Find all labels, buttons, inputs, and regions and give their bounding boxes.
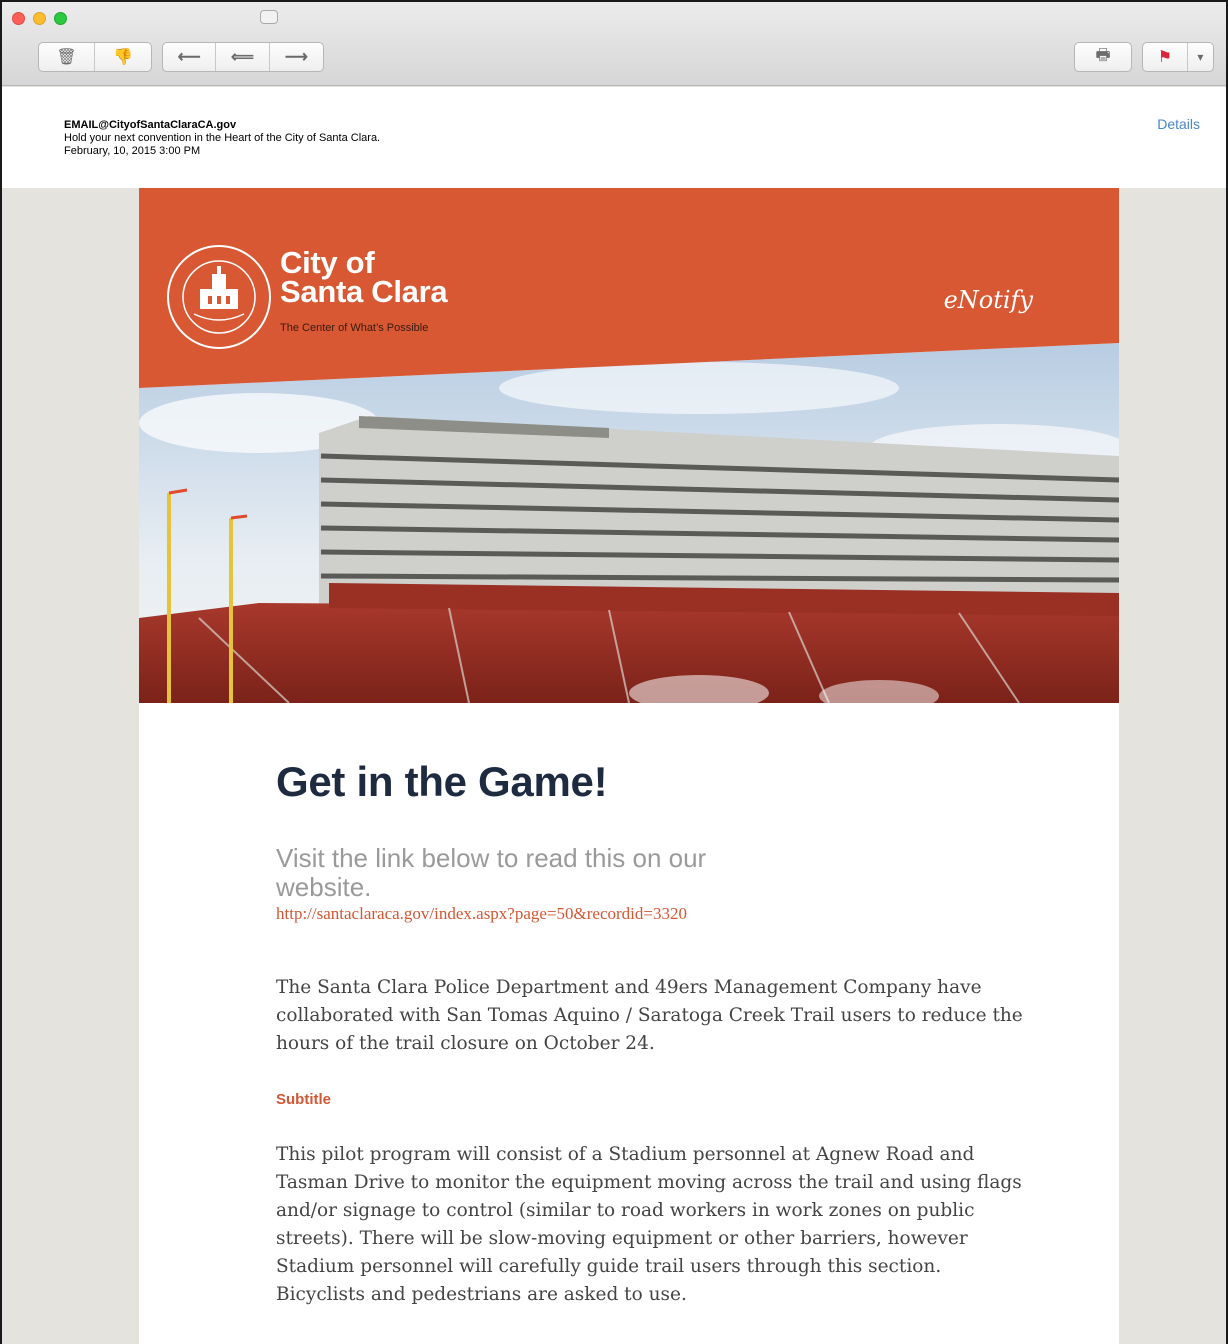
minimize-window-button[interactable] <box>33 12 46 25</box>
email-banner: City of Santa Clara The Center of What’s… <box>139 188 1119 703</box>
reply-group: ⟵ ⟸ ⟶ <box>162 42 324 72</box>
envelope-icon <box>260 10 278 24</box>
email-body: City of Santa Clara The Center of What’s… <box>139 188 1119 1344</box>
city-wordmark-line2: Santa Clara <box>280 274 448 309</box>
details-link[interactable]: Details <box>1157 116 1200 132</box>
flag-icon: ⚑ <box>1157 49 1173 66</box>
forward-button[interactable]: ⟶ <box>270 43 323 71</box>
article-headline: Get in the Game! <box>276 758 608 805</box>
article-subtitle: Subtitle <box>276 1091 331 1108</box>
zoom-window-button[interactable] <box>54 12 67 25</box>
city-seal-logo <box>167 245 271 349</box>
reply-all-button[interactable]: ⟸ <box>216 43 270 71</box>
flag-button[interactable]: ⚑ <box>1143 43 1188 71</box>
sender-address: EMAIL@CityofSantaClaraCA.gov <box>64 119 237 131</box>
toolbar: 🗑 👎 ⟵ ⟸ ⟶ 🖶 ⚑ ▾ <box>2 2 1226 86</box>
article-paragraph-2: This pilot program will consist of a Sta… <box>276 1144 1022 1305</box>
trash-icon: 🗑 <box>56 49 77 66</box>
city-wordmark-line1: City of <box>280 245 375 280</box>
reply-button[interactable]: ⟵ <box>163 43 217 71</box>
forward-icon: ⟶ <box>284 49 308 66</box>
delete-junk-group: 🗑 👎 <box>38 42 152 72</box>
trash-button[interactable]: 🗑 <box>39 43 96 71</box>
city-wordmark: City of Santa Clara <box>280 245 448 309</box>
flag-group: ⚑ ▾ <box>1142 42 1214 72</box>
message-header: EMAIL@CityofSantaClaraCA.gov Hold your n… <box>2 87 1226 188</box>
article-lead: Visit the link below to read this on our… <box>276 843 707 902</box>
city-tagline: The Center of What’s Possible <box>280 322 429 334</box>
close-window-button[interactable] <box>12 12 25 25</box>
junk-button[interactable]: 👎 <box>95 43 151 71</box>
chevron-down-icon: ▾ <box>1197 50 1204 64</box>
reply-icon: ⟵ <box>177 49 201 66</box>
print-button[interactable]: 🖶 <box>1075 43 1131 71</box>
print-group: 🖶 <box>1074 42 1132 72</box>
article-paragraph-1: The Santa Clara Police Department and 49… <box>276 977 1023 1054</box>
message-date: February, 10, 2015 3:00 PM <box>64 145 201 157</box>
mail-window: 🗑 👎 ⟵ ⟸ ⟶ 🖶 ⚑ ▾ EMAIL@CityofSantaClaraCA… <box>0 0 1228 1344</box>
service-name: eNotify <box>943 286 1033 314</box>
window-controls <box>12 12 67 25</box>
junk-icon: 👎 <box>113 49 133 66</box>
message-subject: Hold your next convention in the Heart o… <box>64 132 381 144</box>
print-icon: 🖶 <box>1095 46 1111 64</box>
article-link[interactable]: http://santaclaraca.gov/index.aspx?page=… <box>276 904 1036 924</box>
reply-all-icon: ⟸ <box>231 49 254 66</box>
flag-dropdown-button[interactable]: ▾ <box>1188 43 1213 71</box>
article: Get in the Game! Visit the link below to… <box>276 758 1036 1309</box>
